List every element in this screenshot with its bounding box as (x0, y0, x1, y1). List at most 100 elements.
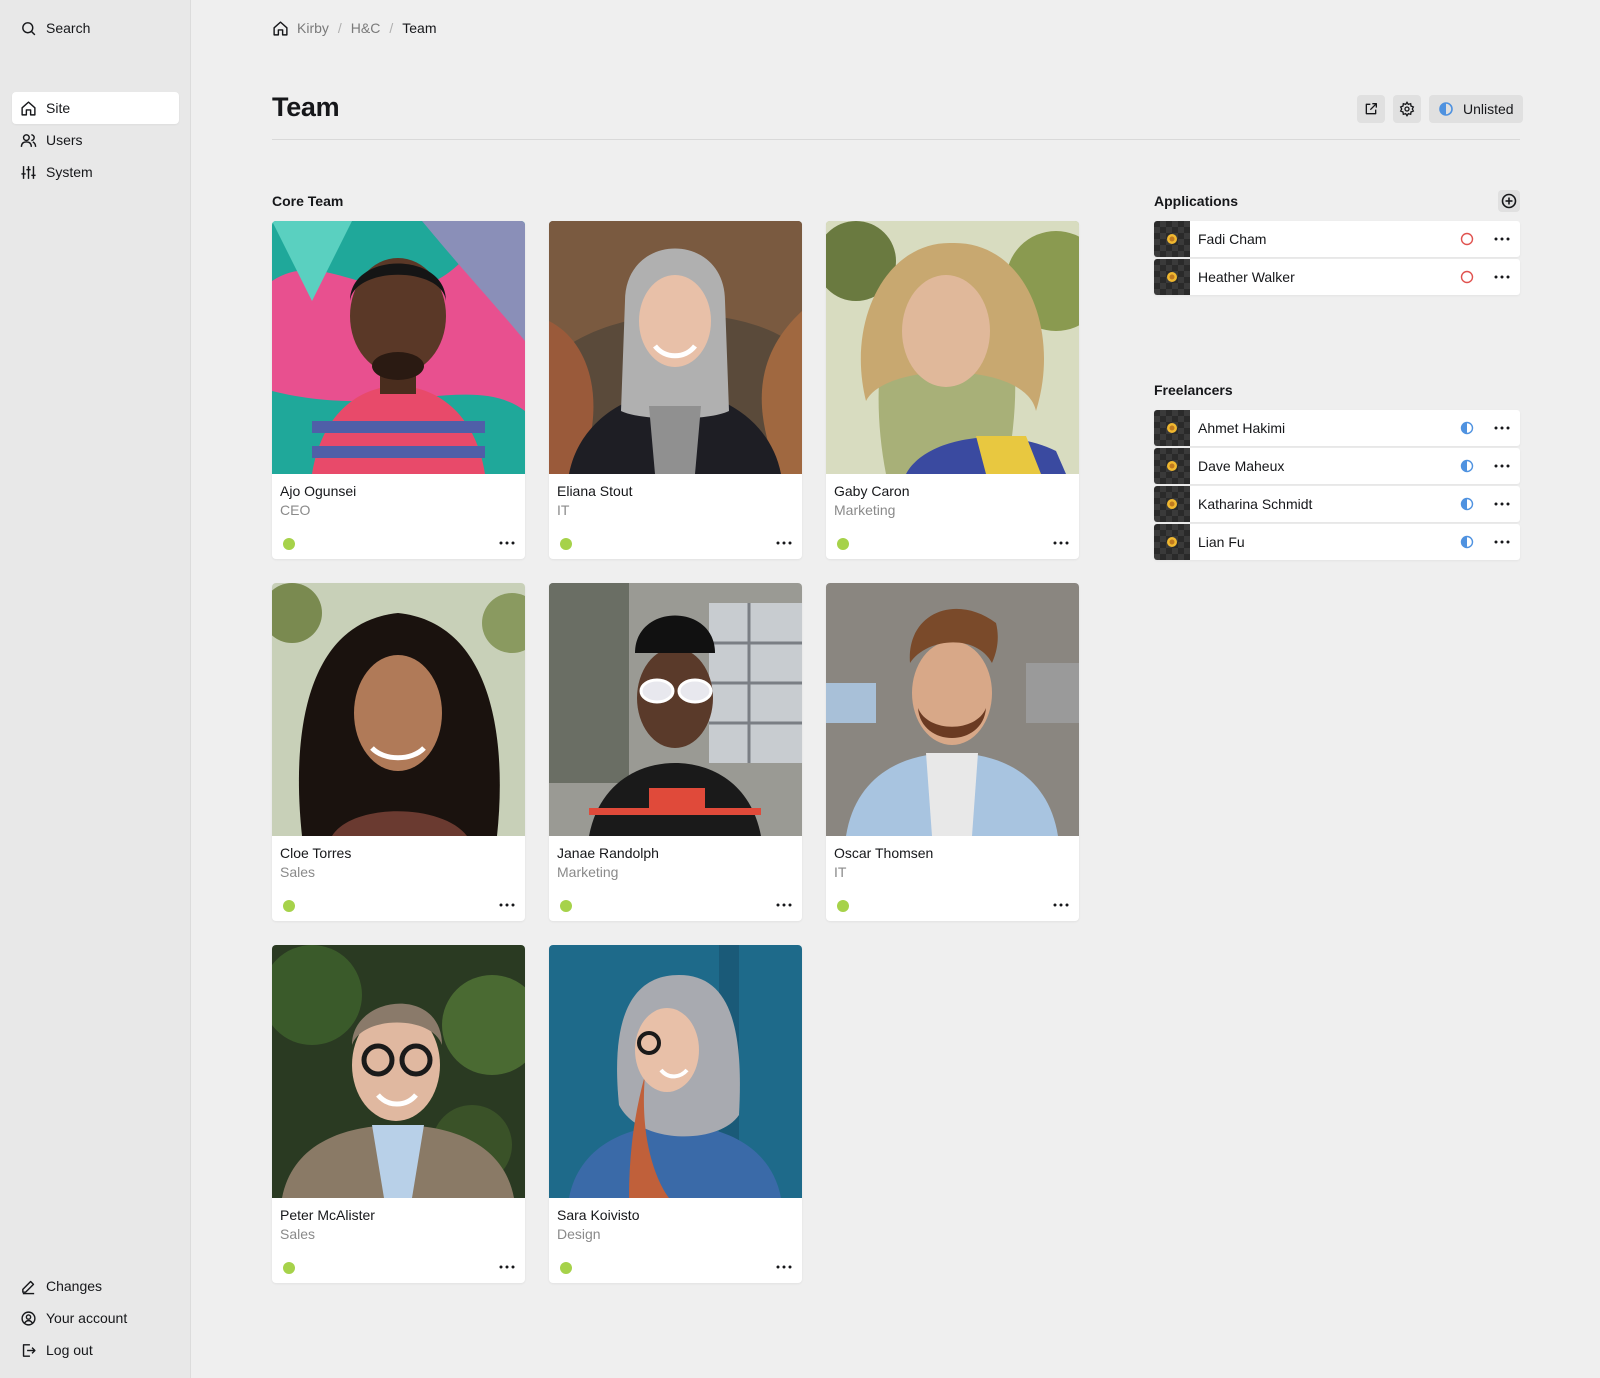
options-button[interactable] (1492, 229, 1512, 249)
more-icon (1053, 541, 1069, 545)
member-role: Sales (280, 1226, 316, 1242)
list-item[interactable]: Ahmet Hakimi (1154, 410, 1520, 446)
team-card[interactable]: Peter McAlister Sales (272, 945, 525, 1283)
sidebar-item-system[interactable]: System (12, 156, 179, 188)
options-button[interactable] (497, 895, 517, 915)
breadcrumb-item-team[interactable]: Team (402, 20, 436, 36)
team-card[interactable]: Cloe Torres Sales (272, 583, 525, 921)
sun-icon (1167, 234, 1177, 244)
status-button[interactable]: Unlisted (1429, 95, 1523, 123)
sun-icon (1167, 499, 1177, 509)
member-name: Ajo Ogunsei (280, 483, 357, 499)
team-card[interactable]: Eliana Stout IT (549, 221, 802, 559)
sun-icon (1167, 423, 1177, 433)
sidebar-item-label: System (46, 164, 93, 180)
status-published-icon[interactable] (837, 900, 849, 912)
member-role: Marketing (557, 864, 619, 880)
options-button[interactable] (1492, 456, 1512, 476)
member-role: Sales (280, 864, 316, 880)
file-thumbnail (1154, 221, 1190, 257)
open-preview-button[interactable] (1357, 95, 1385, 123)
list-item[interactable]: Fadi Cham (1154, 221, 1520, 257)
sidebar-item-label: Changes (46, 1278, 103, 1294)
more-icon (1494, 540, 1510, 544)
member-photo (549, 583, 802, 836)
status-unlisted-icon[interactable] (1460, 459, 1474, 473)
add-application-button[interactable] (1498, 190, 1520, 212)
options-button[interactable] (1492, 418, 1512, 438)
member-name: Peter McAlister (280, 1207, 375, 1223)
options-button[interactable] (1492, 494, 1512, 514)
header-divider (272, 139, 1520, 140)
sidebar-item-account[interactable]: Your account (12, 1302, 179, 1334)
member-photo (272, 583, 525, 836)
list-item[interactable]: Dave Maheux (1154, 448, 1520, 484)
more-icon (1494, 464, 1510, 468)
status-published-icon[interactable] (283, 1262, 295, 1274)
status-published-icon[interactable] (560, 1262, 572, 1274)
sidebar-item-users[interactable]: Users (12, 124, 179, 156)
status-published-icon[interactable] (560, 538, 572, 550)
home-icon[interactable] (272, 20, 289, 37)
applications-label: Applications (1154, 193, 1239, 209)
list-item[interactable]: Lian Fu (1154, 524, 1520, 560)
external-link-icon (1365, 103, 1377, 115)
options-button[interactable] (774, 1257, 794, 1277)
status-unlisted-icon[interactable] (1460, 421, 1474, 435)
options-button[interactable] (1051, 895, 1071, 915)
more-icon (499, 1265, 515, 1269)
sidebar-item-logout[interactable]: Log out (12, 1334, 179, 1366)
team-card[interactable]: Sara Koivisto Design (549, 945, 802, 1283)
list-item[interactable]: Heather Walker (1154, 259, 1520, 295)
list-item[interactable]: Katharina Schmidt (1154, 486, 1520, 522)
pen-icon (22, 1280, 35, 1294)
list-item-title: Ahmet Hakimi (1198, 420, 1286, 436)
team-card[interactable]: Oscar Thomsen IT (826, 583, 1079, 921)
options-button[interactable] (774, 895, 794, 915)
options-button[interactable] (1492, 267, 1512, 287)
sliders-icon (21, 165, 36, 179)
options-button[interactable] (1492, 532, 1512, 552)
list-item-title: Fadi Cham (1198, 231, 1267, 247)
member-role: IT (557, 502, 570, 518)
file-thumbnail (1154, 486, 1190, 522)
status-unlisted-icon[interactable] (1460, 497, 1474, 511)
team-card[interactable]: Ajo Ogunsei CEO (272, 221, 525, 559)
more-icon (776, 541, 792, 545)
sidebar-item-site[interactable]: Site (12, 92, 179, 124)
sidebar: Search Site Users System Changes Your ac… (0, 0, 191, 1378)
sidebar-item-changes[interactable]: Changes (12, 1270, 179, 1302)
options-button[interactable] (497, 1257, 517, 1277)
search-button[interactable]: Search (12, 12, 179, 44)
member-name: Sara Koivisto (557, 1207, 640, 1223)
status-draft-icon[interactable] (1460, 232, 1474, 246)
status-published-icon[interactable] (283, 538, 295, 550)
account-icon (21, 1310, 36, 1326)
status-label: Unlisted (1463, 101, 1514, 117)
gear-icon (1399, 101, 1415, 117)
member-name: Oscar Thomsen (834, 845, 934, 861)
list-item-title: Heather Walker (1198, 269, 1295, 285)
more-icon (499, 541, 515, 545)
file-thumbnail (1154, 524, 1190, 560)
sun-icon (1167, 537, 1177, 547)
breadcrumb-item-kirby[interactable]: Kirby (297, 20, 329, 36)
options-button[interactable] (1051, 533, 1071, 553)
member-name: Eliana Stout (557, 483, 633, 499)
users-icon (20, 133, 37, 147)
page-title: Team (272, 92, 340, 122)
status-draft-icon[interactable] (1460, 270, 1474, 284)
status-published-icon[interactable] (560, 900, 572, 912)
breadcrumb-separator: / (337, 20, 342, 36)
options-button[interactable] (497, 533, 517, 553)
sidebar-item-label: Log out (46, 1342, 93, 1358)
status-published-icon[interactable] (837, 538, 849, 550)
breadcrumb-item-hc[interactable]: H&C (351, 20, 381, 36)
status-published-icon[interactable] (283, 900, 295, 912)
status-unlisted-icon[interactable] (1460, 535, 1474, 549)
settings-button[interactable] (1393, 95, 1421, 123)
team-card[interactable]: Janae Randolph Marketing (549, 583, 802, 921)
more-icon (1494, 426, 1510, 430)
team-card[interactable]: Gaby Caron Marketing (826, 221, 1079, 559)
options-button[interactable] (774, 533, 794, 553)
